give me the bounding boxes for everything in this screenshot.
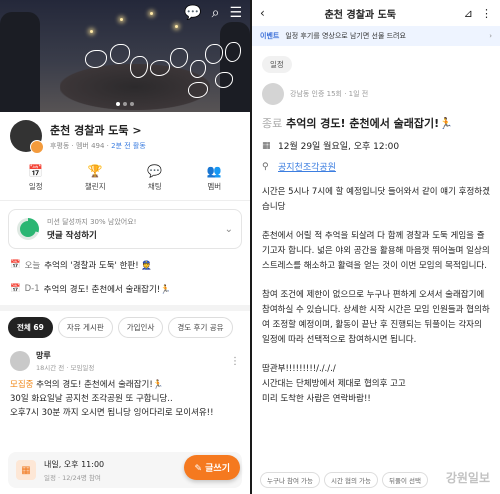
post-title: 종료 추억의 경도! 춘천에서 술래잡기!🏃 — [262, 117, 453, 130]
write-button[interactable]: ✎ 글쓰기 — [184, 455, 240, 480]
chat-bubble-icon: 💬 — [147, 164, 163, 178]
calendar-icon: ▦ — [16, 460, 36, 480]
tab-free-board[interactable]: 자유 게시판 — [57, 317, 113, 338]
post-body: 모집중 추억의 경도! 춘천에서 술래잡기!🏃 30일 화요일날 공지천 조각공… — [10, 380, 214, 418]
chevron-down-icon[interactable]: ⌄ — [225, 224, 233, 235]
tag-chip[interactable]: 뒤풀이 선택 — [382, 472, 428, 488]
chat-icon[interactable]: 💬 — [184, 6, 201, 20]
club-meta: 후평동 · 멤버 494 · 2분 전 활동 — [50, 141, 146, 150]
calendar-icon: 📅 — [28, 164, 44, 178]
location-pin-icon: ⚲ — [262, 161, 269, 172]
page-title: 춘천 경찰과 도둑 — [324, 9, 396, 21]
menu-schedule[interactable]: 📅 일정 — [16, 164, 56, 192]
chevron-right-icon: › — [489, 32, 492, 40]
club-avatar — [10, 120, 44, 154]
event-date: ▦ 12월 29일 월요일, 오후 12:00 — [262, 140, 400, 153]
event-banner[interactable]: 이벤트 일정 후기를 영상으로 남기면 선물 드려요 › — [252, 26, 500, 46]
calendar-icon: 📅 — [10, 284, 21, 294]
tab-greeting[interactable]: 가입인사 — [117, 317, 164, 338]
menu-challenge[interactable]: 🏆 챌린지 — [75, 164, 115, 192]
post-author: 망루 — [36, 351, 51, 360]
club-cover-photo: 💬 ⌕ ☰ — [0, 0, 250, 112]
photo-pager — [116, 102, 134, 106]
status-badge: 모집중 — [10, 380, 34, 390]
tab-all[interactable]: 전체 69 — [8, 317, 53, 338]
post-item[interactable]: 망루 18시간 전 · 모임일정 ⋮ 모집중 추억의 경도! 춘천에서 술래잡기… — [0, 344, 250, 426]
club-name[interactable]: 춘천 경찰과 도둑 > — [50, 122, 146, 138]
club-menu: 📅 일정 🏆 챌린지 💬 채팅 👥 멤버 — [0, 158, 250, 201]
calendar-icon: ▦ — [262, 140, 271, 151]
tag-chip[interactable]: 시간 협의 가능 — [324, 472, 379, 488]
post-meta: 18시간 전 · 모임일정 — [36, 364, 95, 372]
screen: 💬 ⌕ ☰ 춘천 경찰과 도둑 > 후평동 · 멤버 494 · 2분 전 활동… — [0, 0, 500, 494]
post-content: 시간은 5시나 7시에 할 예정입니닷 들어와서 같이 얘기 후정하겠습니당 춘… — [262, 187, 490, 404]
menu-chat[interactable]: 💬 채팅 — [135, 164, 175, 192]
avatar — [262, 83, 284, 105]
category-chip: 일정 — [262, 56, 292, 73]
mission-progress-ring — [17, 218, 39, 240]
event-location[interactable]: ⚲ 공지천조각공원 — [252, 156, 500, 177]
tab-review[interactable]: 경도 후기 공유 — [168, 317, 233, 338]
watermark: 강원일보 — [445, 471, 490, 485]
menu-icon[interactable]: ☰ — [229, 6, 242, 20]
tag-chip[interactable]: 누구나 참여 가능 — [260, 472, 320, 488]
detail-header: ‹ 춘천 경찰과 도둑 ⊿ ⋮ — [252, 0, 500, 26]
notice-item[interactable]: 📅 오늘 추억의 '경찰과 도둑' 한판! 👮 — [0, 253, 250, 277]
club-home-panel: 💬 ⌕ ☰ 춘천 경찰과 도둑 > 후평동 · 멤버 494 · 2분 전 활동… — [0, 0, 250, 494]
more-icon[interactable]: ⋮ — [481, 7, 492, 20]
search-icon[interactable]: ⌕ — [212, 6, 220, 20]
menu-members[interactable]: 👥 멤버 — [194, 164, 234, 192]
calendar-icon: 📅 — [10, 260, 21, 270]
avatar — [10, 351, 30, 371]
board-tabs: 전체 69 자유 게시판 가입인사 경도 후기 공유 — [0, 311, 250, 344]
trophy-icon: 🏆 — [87, 164, 103, 178]
mission-progress-text: 미션 달성까지 30% 남았어요! — [47, 218, 137, 226]
post-tags: 누구나 참여 가능 시간 협의 가능 뒤풀이 선택 — [260, 472, 428, 488]
members-icon: 👥 — [206, 164, 222, 178]
notice-item[interactable]: 📅 D-1 추억의 경도! 춘천에서 술래잡기!🏃 — [0, 277, 250, 301]
share-icon[interactable]: ⊿ — [464, 7, 473, 20]
mission-task: 댓글 작성하기 — [47, 231, 97, 241]
post-author-row[interactable]: 강남동 인증 15회 · 1일 전 — [252, 73, 500, 111]
mission-card[interactable]: 미션 달성까지 30% 남았어요! 댓글 작성하기 ⌄ — [8, 209, 242, 249]
club-header[interactable]: 춘천 경찰과 도둑 > 후평동 · 멤버 494 · 2분 전 활동 — [0, 112, 250, 158]
post-detail-panel: ‹ 춘천 경찰과 도둑 ⊿ ⋮ 이벤트 일정 후기를 영상으로 남기면 선물 드… — [252, 0, 500, 494]
more-icon[interactable]: ⋮ — [230, 356, 240, 367]
leaf-icon — [20, 221, 36, 237]
